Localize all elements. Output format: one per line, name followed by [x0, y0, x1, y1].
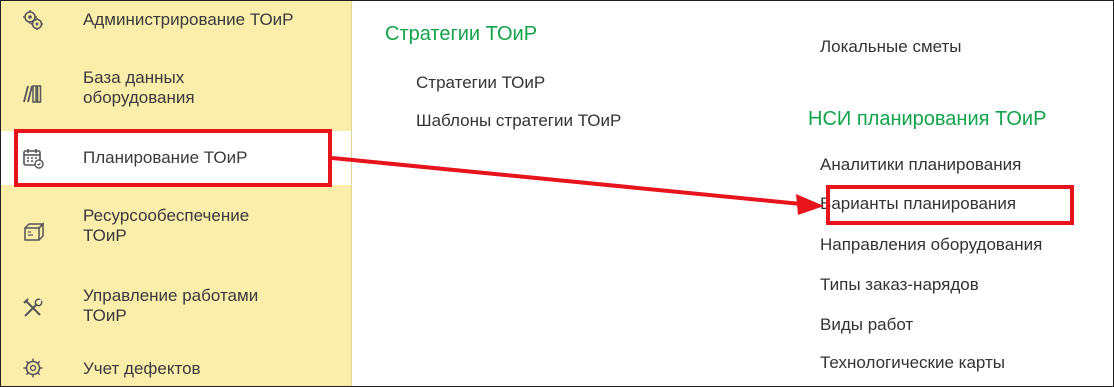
sidebar-item-label: Ресурсообеспечение ТОиР — [83, 206, 250, 245]
highlight-planning-variants — [826, 185, 1074, 225]
database-books-icon — [22, 83, 44, 105]
sidebar-item-work-management[interactable]: Управление работами ТОиР — [1, 273, 351, 337]
highlight-planning-item — [14, 129, 332, 187]
resources-box-icon — [22, 221, 44, 243]
sidebar-item-label: База данных оборудования — [83, 68, 195, 107]
sidebar-item-defects[interactable]: Учет дефектов — [1, 349, 351, 386]
link-tech-cards[interactable]: Технологические карты — [820, 353, 1005, 373]
section-title-planning-nsi: НСИ планирования ТОиР — [808, 108, 1047, 130]
defect-gear-icon — [22, 357, 44, 379]
tools-icon — [22, 297, 44, 319]
section-title-strategies: Стратегии ТОиР — [385, 23, 538, 45]
sidebar-item-administration[interactable]: Администрирование ТОиР — [1, 1, 351, 53]
main-content: Стратегии ТОиР Стратегии ТОиР Шаблоны ст… — [352, 1, 1112, 386]
sidebar-item-resources[interactable]: Ресурсообеспечение ТОиР — [1, 197, 351, 257]
link-local-estimates[interactable]: Локальные сметы — [820, 37, 962, 57]
sidebar-item-equipment-database[interactable]: База данных оборудования — [1, 63, 351, 123]
link-work-kinds[interactable]: Виды работ — [820, 315, 913, 335]
window-frame: Администрирование ТОиР База данных обору… — [0, 0, 1114, 387]
sidebar: Администрирование ТОиР База данных обору… — [1, 1, 352, 386]
link-equipment-directions[interactable]: Направления оборудования — [820, 235, 1042, 255]
link-work-order-types[interactable]: Типы заказ-нарядов — [820, 275, 979, 295]
sidebar-item-label: Управление работами ТОиР — [83, 286, 259, 325]
sidebar-item-label: Администрирование ТОиР — [83, 10, 294, 29]
link-strategy-templates[interactable]: Шаблоны стратегии ТОиР — [416, 111, 621, 131]
link-strategies[interactable]: Стратегии ТОиР — [416, 73, 545, 93]
sidebar-item-label: Учет дефектов — [83, 359, 201, 378]
gears-icon — [22, 9, 44, 31]
link-planning-analytics[interactable]: Аналитики планирования — [820, 155, 1021, 175]
